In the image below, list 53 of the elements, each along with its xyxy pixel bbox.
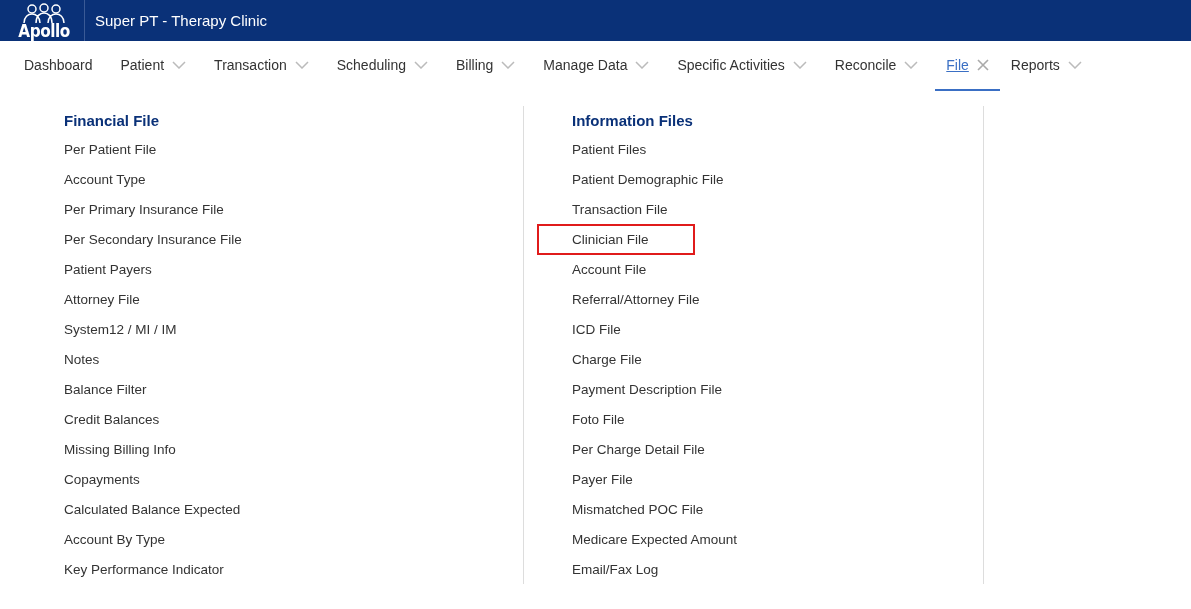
menu-link[interactable]: System12 / MI / IM bbox=[64, 321, 177, 337]
menu-link[interactable]: Foto File bbox=[572, 411, 625, 427]
chevron-down-icon bbox=[1067, 61, 1082, 69]
section-heading: Financial File bbox=[64, 110, 161, 131]
menu-link[interactable]: Per Charge Detail File bbox=[572, 441, 705, 457]
menu-link[interactable]: Calculated Balance Expected bbox=[64, 501, 241, 517]
nav-tab[interactable]: Reports bbox=[999, 41, 1093, 91]
menu-link[interactable]: Medicare Expected Amount bbox=[572, 531, 738, 547]
logo: Apollo bbox=[10, 0, 85, 41]
nav-tab[interactable]: Billing bbox=[445, 41, 527, 91]
nav-tab[interactable]: Reconcile bbox=[823, 41, 930, 91]
menu-link[interactable]: ICD File bbox=[572, 321, 621, 337]
menu-link[interactable]: Copayments bbox=[64, 471, 140, 487]
menu-link[interactable]: Per Patient File bbox=[64, 141, 157, 157]
menu-link[interactable]: Credit Balances bbox=[64, 411, 160, 427]
chevron-down-icon bbox=[414, 61, 428, 69]
nav-tab[interactable]: Scheduling bbox=[325, 41, 439, 91]
chevron-down-icon bbox=[501, 61, 516, 69]
menu-link[interactable]: Patient Payers bbox=[64, 261, 152, 277]
close-icon[interactable] bbox=[976, 59, 989, 71]
menu-link[interactable]: Mismatched POC File bbox=[572, 501, 704, 517]
menu-link[interactable]: Clinician File bbox=[539, 225, 693, 253]
menu-link[interactable]: Balance Filter bbox=[64, 381, 147, 397]
menu-link[interactable]: Account By Type bbox=[64, 531, 166, 547]
menu-link[interactable]: Per Primary Insurance File bbox=[64, 201, 224, 217]
menu-link[interactable]: Account File bbox=[572, 261, 647, 277]
nav-tab[interactable]: Patient bbox=[109, 41, 198, 91]
nav-tab[interactable]: Transaction bbox=[203, 41, 320, 91]
menu-link[interactable]: Charge File bbox=[572, 351, 642, 367]
menu-link[interactable]: Payer File bbox=[572, 471, 633, 487]
menu-link[interactable]: Key Performance Indicator bbox=[64, 561, 224, 577]
menu-link[interactable]: Payment Description File bbox=[572, 381, 723, 397]
chevron-down-icon bbox=[635, 61, 650, 69]
chevron-down-icon bbox=[792, 61, 807, 69]
menu-link[interactable]: Missing Billing Info bbox=[64, 441, 176, 457]
nav-tab[interactable]: Specific Activities bbox=[666, 41, 818, 91]
menu-link[interactable]: Notes bbox=[64, 351, 100, 367]
clinic-title: Super PT - Therapy Clinic bbox=[95, 12, 268, 29]
menu-link[interactable]: Transaction File bbox=[572, 201, 668, 217]
nav-tab[interactable]: File bbox=[935, 41, 1000, 91]
menu-link[interactable]: Account Type bbox=[64, 171, 146, 187]
menu-link[interactable]: Email/Fax Log bbox=[572, 561, 659, 577]
chevron-down-icon bbox=[904, 61, 919, 69]
chevron-down-icon bbox=[294, 61, 309, 69]
menu-link[interactable]: Attorney File bbox=[64, 291, 140, 307]
menu-link[interactable]: Per Secondary Insurance File bbox=[64, 231, 242, 247]
nav-tab[interactable]: Manage Data bbox=[532, 41, 661, 91]
menu-link[interactable]: Patient Demographic File bbox=[572, 171, 724, 187]
section-heading: Information Files bbox=[572, 110, 694, 131]
chevron-down-icon bbox=[172, 61, 187, 69]
menu-link[interactable]: Patient Files bbox=[572, 141, 647, 157]
menu-link[interactable]: Referral/Attorney File bbox=[572, 291, 700, 307]
nav-tab[interactable]: Dashboard bbox=[13, 41, 104, 91]
